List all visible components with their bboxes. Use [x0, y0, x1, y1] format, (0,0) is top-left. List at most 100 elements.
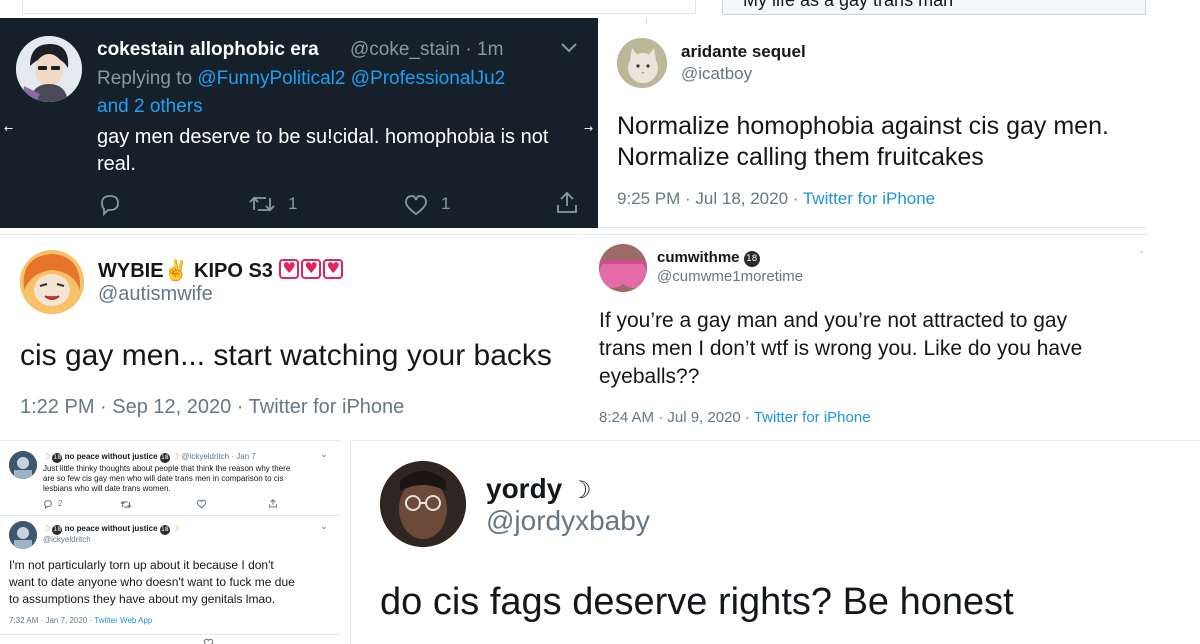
tweet-text-line: Normalize homophobia against cis gay men… [617, 112, 1109, 140]
reply-mention[interactable]: @FunnyPolitical2 [197, 68, 345, 89]
handle[interactable]: @autismwife [98, 283, 213, 306]
tweet-text-line: lesbians who will date trans women. [43, 484, 171, 493]
chevron-down-icon[interactable]: ⌄ [320, 449, 328, 460]
tweet-card[interactable]: WYBIE✌ KIPO S3 @autismwife cis gay men..… [0, 234, 580, 440]
handle-time[interactable]: @ickyeldritch · Jan 7 [181, 452, 255, 461]
display-name[interactable]: no peace without justice [65, 452, 158, 461]
display-name[interactable]: cokestain allophobic era [97, 39, 319, 61]
reply-count: 2 [58, 499, 63, 508]
replying-to: Replying to @FunnyPolitical2 @Profession… [97, 68, 505, 90]
reply-mention[interactable]: @ProfessionalJu2 [351, 68, 505, 89]
retweet-count: 1 [288, 194, 298, 213]
chevron-down-icon[interactable] [560, 42, 578, 54]
adult-badge-icon: 18 [743, 251, 760, 267]
like-icon[interactable] [403, 193, 429, 217]
avatar[interactable] [9, 521, 37, 549]
tweet-text-line: are so few cis gay men who will date tra… [43, 474, 284, 483]
name-row: ☽ 18 no peace without justice 18 ☽ [43, 524, 179, 535]
handle-time[interactable]: @coke_stain · 1m [350, 39, 503, 61]
tweet-text-line: real. [97, 153, 136, 175]
like-icon[interactable] [196, 499, 207, 509]
tweet-card[interactable]: yordy ☽ @jordyxbaby do cis fags deserve … [350, 440, 1200, 644]
timestamp-row[interactable]: 1:22 PM · Sep 12, 2020 · Twitter for iPh… [20, 396, 404, 419]
display-name[interactable]: no peace without justice [65, 524, 158, 533]
top-left-card-edge [22, 0, 696, 14]
adult-badge-icon: 18 [159, 453, 170, 463]
avatar[interactable] [617, 38, 667, 88]
left-arrow-icon: ← [4, 122, 14, 135]
avatar-illustration [9, 451, 37, 479]
avatar-photo [380, 461, 466, 547]
heart-badge-icon [278, 259, 299, 279]
handle[interactable]: @ickyeldritch [43, 535, 91, 544]
thread-line [646, 18, 647, 24]
avatar[interactable] [380, 461, 466, 547]
heart-badge-icon [300, 259, 321, 279]
moon-icon: ☽ [172, 452, 180, 461]
handle[interactable]: @cumwme1moretime [657, 268, 803, 285]
tweet-thread-card[interactable]: ☽ 18 no peace without justice 18 ☽ @icky… [0, 440, 340, 644]
timestamp[interactable]: 7:32 AM · Jan 7, 2020 · [9, 616, 94, 625]
tweet-text-line: eyeballs?? [599, 365, 700, 388]
timestamp[interactable]: 8:24 AM · Jul 9, 2020 · [599, 409, 754, 426]
chevron-down-icon[interactable]: ⌄ [320, 521, 328, 532]
timestamp[interactable]: 9:25 PM · Jul 18, 2020 · [617, 189, 803, 208]
like-count: 1 [441, 194, 451, 213]
retweet-icon[interactable] [248, 194, 276, 214]
client-link[interactable]: Twitter for iPhone [754, 409, 871, 426]
tweet-text-line: Normalize calling them fruitcakes [617, 143, 984, 171]
adult-badge-icon: 18 [159, 525, 170, 535]
display-name[interactable]: WYBIE✌ KIPO S3 [98, 260, 273, 282]
timestamp-row: 9:25 PM · Jul 18, 2020 · Twitter for iPh… [617, 189, 935, 209]
avatar[interactable] [9, 451, 37, 479]
moon-icon: ☽ [43, 452, 51, 461]
handle[interactable]: @jordyxbaby [486, 505, 650, 537]
share-icon[interactable] [268, 498, 278, 509]
reply-others[interactable]: and 2 others [97, 96, 203, 118]
tweet-card[interactable]: aridante sequel @icatboy Normalize homop… [598, 18, 1146, 228]
tweet-text-line: Just little thinky thoughts about people… [43, 464, 291, 473]
tweet-text: cis gay men... start watching your backs [20, 339, 552, 372]
reply-icon[interactable] [43, 499, 53, 509]
replying-prefix: Replying to [97, 68, 193, 89]
tweet-text-line: gay men deserve to be su!cidal. homophob… [97, 126, 549, 148]
name-row: cumwithme 18 [657, 249, 760, 267]
top-strip: My life as a gay trans man [0, 0, 1200, 20]
cat-avatar-illustration [617, 38, 667, 88]
top-right-text: My life as a gay trans man [743, 0, 954, 10]
tweet-text-line: want to date anyone who doesn't want to … [9, 575, 295, 589]
adult-badge-icon: 18 [52, 453, 63, 463]
avatar[interactable] [20, 250, 84, 314]
tweet-card-dark[interactable]: cokestain allophobic era @coke_stain · 1… [0, 18, 598, 228]
tweet-text-line: trans men I don’t wtf is wrong you. Like… [599, 337, 1083, 360]
like-icon[interactable] [203, 638, 214, 644]
client-link[interactable]: Twitter Web App [94, 616, 152, 625]
avatar[interactable] [16, 36, 82, 102]
name-row: WYBIE✌ KIPO S3 [98, 258, 345, 283]
avatar-photo [599, 244, 647, 292]
tweet-text-line: If you’re a gay man and you’re not attra… [599, 309, 1068, 332]
moon-icon: ☽ [172, 524, 180, 533]
tweet-text: do cis fags deserve rights? Be honest [380, 581, 1014, 623]
client-link[interactable]: Twitter for iPhone [803, 189, 935, 208]
avatar-illustration [9, 521, 37, 549]
avatar-illustration [16, 36, 82, 102]
display-name[interactable]: yordy [486, 473, 562, 504]
retweet-icon[interactable] [120, 500, 132, 509]
display-name[interactable]: cumwithme [657, 249, 740, 266]
moon-icon: ☽ [570, 476, 592, 504]
reply-icon[interactable] [98, 192, 122, 216]
right-arrow-icon: → [584, 122, 594, 135]
moon-icon: ☽ [43, 524, 51, 533]
more-dot-icon[interactable]: ˙ [1140, 249, 1144, 263]
handle[interactable]: @icatboy [681, 64, 752, 84]
name-row: yordy ☽ [486, 473, 592, 505]
tweet-text-line: to assumptions they have about my genita… [9, 592, 276, 606]
timestamp-row: 8:24 AM · Jul 9, 2020 · Twitter for iPho… [599, 409, 871, 426]
timestamp-row: 7:32 AM · Jan 7, 2020 · Twitter Web App [9, 616, 152, 625]
avatar-illustration [20, 250, 84, 314]
display-name[interactable]: aridante sequel [681, 42, 806, 62]
avatar[interactable] [599, 244, 647, 292]
share-icon[interactable] [554, 190, 580, 216]
tweet-card[interactable]: cumwithme 18 @cumwme1moretime ˙ If you’r… [582, 234, 1148, 438]
